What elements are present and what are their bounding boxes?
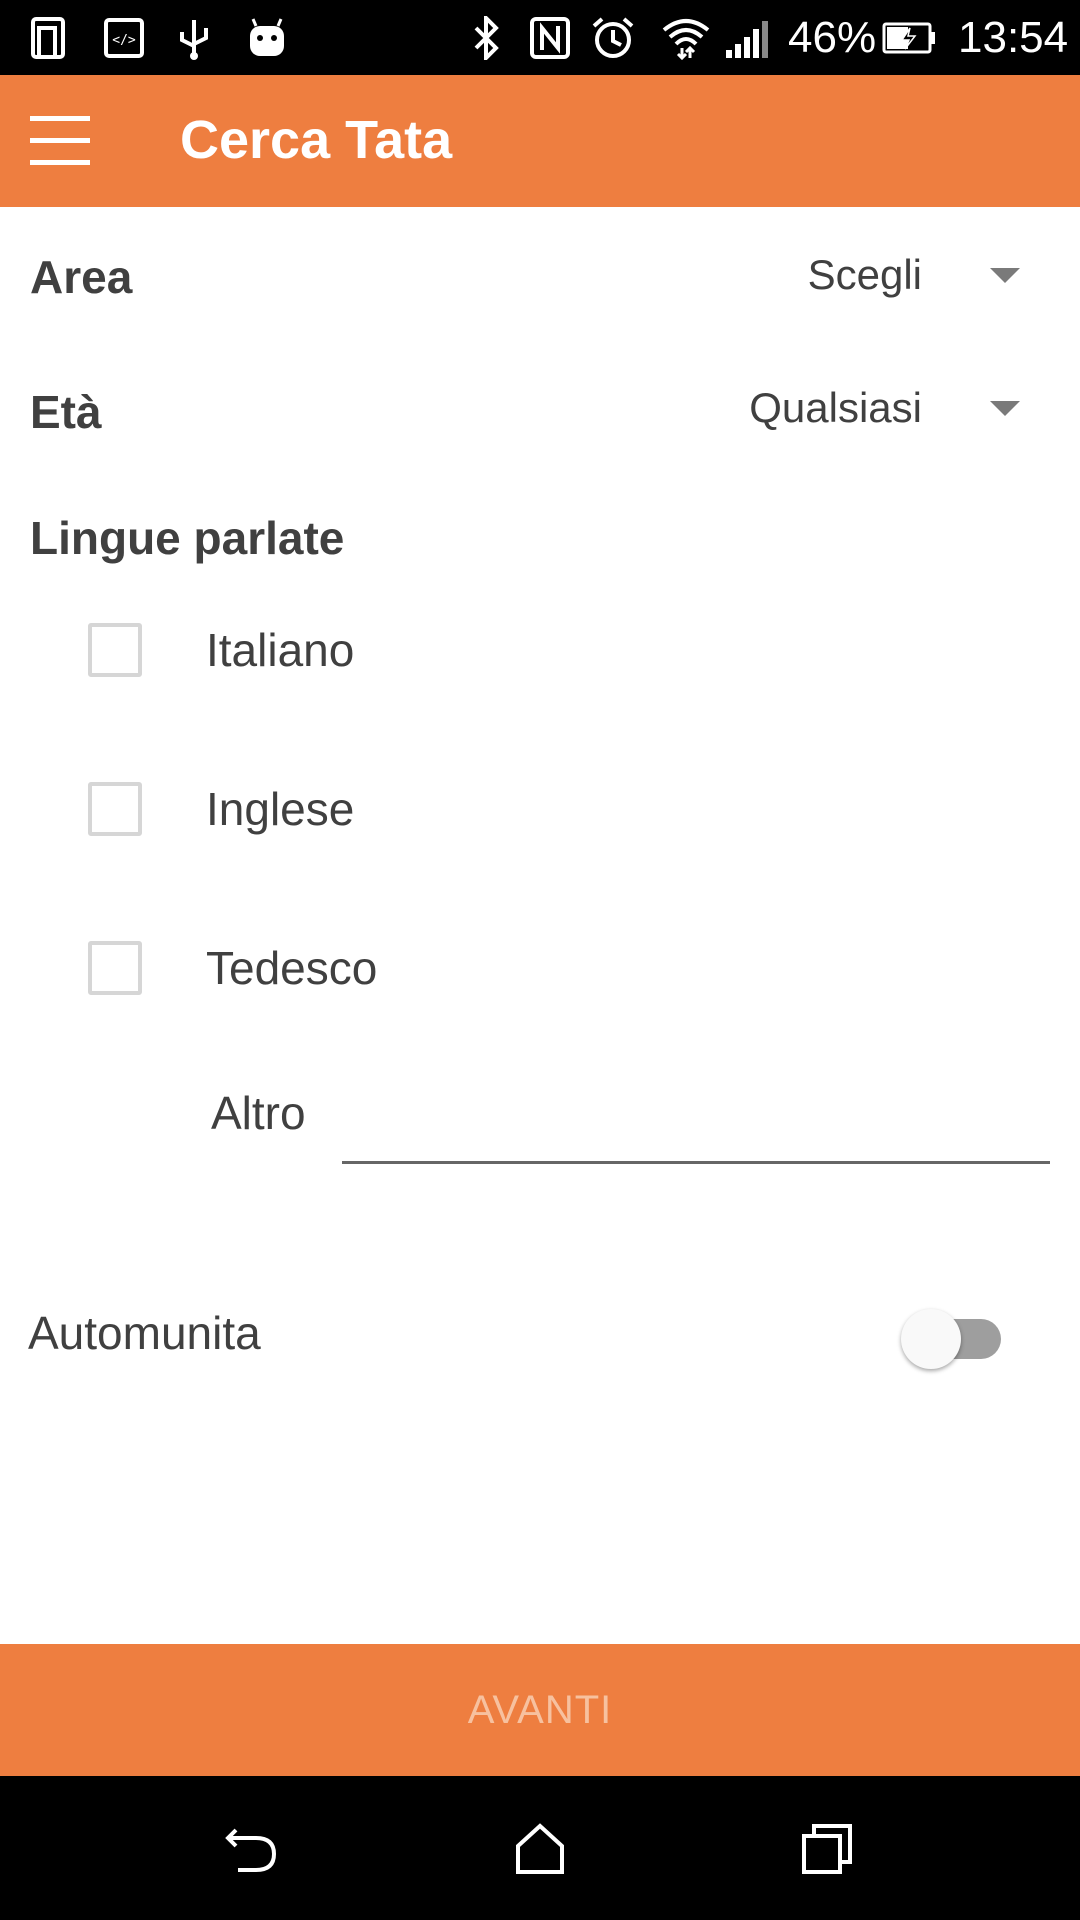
age-label: Età <box>30 386 102 438</box>
checkbox-label: Tedesco <box>206 942 378 994</box>
status-bar: </> 46% 13:54 <box>0 0 1080 75</box>
hamburger-menu-icon <box>22 116 98 182</box>
usb-icon <box>174 16 214 60</box>
area-selected-value: Scegli <box>807 251 922 298</box>
has-car-label: Automunita <box>28 1307 261 1359</box>
checkbox-label: Inglese <box>206 783 355 835</box>
battery-percent: 46% <box>788 13 877 62</box>
bluetooth-icon <box>470 13 502 63</box>
home-icon[interactable] <box>510 1818 570 1878</box>
checkbox-box[interactable] <box>88 782 142 836</box>
checkbox-italiano[interactable]: Italiano <box>80 605 980 695</box>
android-icon <box>246 16 288 60</box>
checkbox-box[interactable] <box>88 941 142 995</box>
languages-section-title: Lingue parlate <box>30 512 345 564</box>
battery-charging-icon <box>882 16 938 60</box>
age-selected-value: Qualsiasi <box>749 384 922 431</box>
back-icon[interactable] <box>222 1818 282 1878</box>
recents-icon[interactable] <box>798 1818 858 1878</box>
age-dropdown[interactable]: Qualsiasi <box>749 368 1020 448</box>
checkbox-label: Italiano <box>206 624 355 676</box>
svg-text:</>: </> <box>112 33 136 48</box>
other-language-input[interactable] <box>342 1070 1050 1164</box>
checkbox-box[interactable] <box>88 623 142 677</box>
chevron-down-icon <box>990 400 1020 416</box>
alarm-icon <box>590 16 636 60</box>
menu-button[interactable] <box>22 102 98 178</box>
status-time: 13:54 <box>958 13 1069 62</box>
next-button[interactable]: AVANTI <box>0 1644 1080 1776</box>
navigation-bar <box>0 1776 1080 1920</box>
other-language-label: Altro <box>211 1087 306 1139</box>
page-title: Cerca Tata <box>180 110 453 170</box>
wifi-icon <box>660 16 712 61</box>
nfc-icon <box>530 16 570 60</box>
area-dropdown[interactable]: Scegli <box>808 235 1020 315</box>
area-label: Area <box>30 251 133 303</box>
chevron-down-icon <box>990 267 1020 283</box>
has-car-toggle[interactable] <box>895 1300 1015 1372</box>
checkbox-inglese[interactable]: Inglese <box>80 764 980 854</box>
developer-code-icon: </> <box>104 16 144 60</box>
checkbox-tedesco[interactable]: Tedesco <box>80 923 980 1013</box>
signal-icon <box>724 16 772 60</box>
toggle-thumb <box>901 1309 961 1369</box>
phone-tablet-icon <box>30 16 72 60</box>
app-bar: Cerca Tata <box>0 75 1080 207</box>
